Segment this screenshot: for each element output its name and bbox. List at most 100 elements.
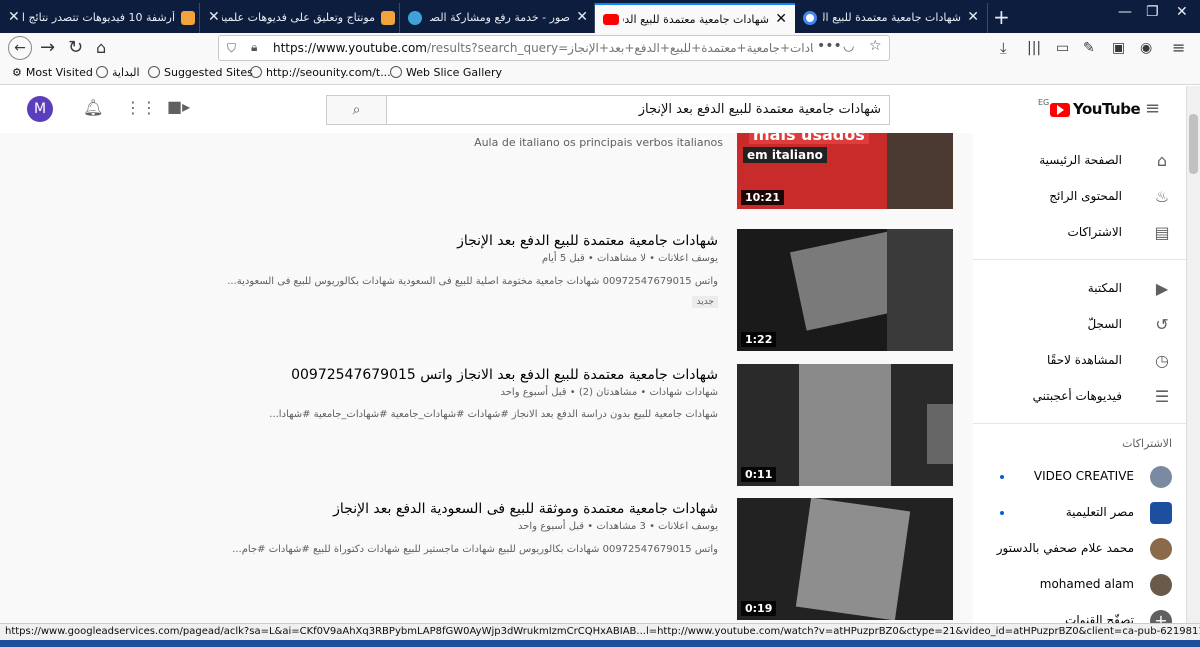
tab-3[interactable]: ✕ صور - خدمة رفع ومشاركة الصور bbox=[400, 3, 595, 33]
bookmark-label: البداية bbox=[112, 66, 140, 79]
tab-2[interactable]: ✕ مونتاج وتعليق على فديوهات علمية وتجاري… bbox=[200, 3, 400, 33]
tab-1[interactable]: ✕ أرشفة 10 فيديوهات تتصدر نتائج البحث bbox=[0, 3, 200, 33]
sidebar-item-browse-channels[interactable]: تصفّح القنوات + bbox=[973, 603, 1186, 623]
pocket-icon[interactable]: ◡ bbox=[843, 39, 854, 54]
video-thumbnail[interactable]: 1:22 bbox=[737, 229, 953, 351]
site-favicon-icon bbox=[381, 11, 395, 25]
url-text[interactable]: https://www.youtube.com/results?search_q… bbox=[273, 41, 813, 55]
lock-icon[interactable]: 🔒︎ bbox=[251, 40, 257, 55]
minimize-icon[interactable]: — bbox=[1118, 4, 1132, 20]
new-badge: جديد bbox=[692, 296, 718, 308]
bookmark-web-slice-gallery[interactable]: Web Slice Gallery bbox=[390, 66, 502, 79]
sidebar-item-trending[interactable]: ♨ المحتوى الرائج bbox=[973, 179, 1186, 215]
thumbnail-side bbox=[927, 404, 953, 464]
bookmark-suggested-sites[interactable]: Suggested Sites bbox=[148, 66, 253, 79]
search-input[interactable]: شهادات جامعية معتمدة للبيع الدفع بعد الإ… bbox=[386, 95, 890, 125]
page-actions-icon[interactable]: ••• bbox=[817, 38, 842, 54]
duration-badge: 10:21 bbox=[741, 190, 785, 205]
youtube-logo-icon[interactable] bbox=[1050, 103, 1070, 117]
new-content-dot bbox=[1000, 511, 1004, 515]
thumbnail-text: mais usados bbox=[749, 133, 869, 144]
sidebar-item-label: السجلّ bbox=[1087, 317, 1122, 331]
thumbnail-paper bbox=[799, 364, 891, 486]
subscription-item[interactable]: محمد علام صحفي بالدستور bbox=[973, 531, 1186, 567]
sidebar-item-home[interactable]: ⌂ الصفحة الرئيسية bbox=[973, 143, 1186, 179]
video-thumbnail[interactable]: mais usados em italiano 10:21 bbox=[737, 133, 953, 209]
bookmark-label: Suggested Sites bbox=[164, 66, 253, 79]
avatar[interactable]: M bbox=[27, 96, 53, 122]
tab-4-active[interactable]: شهادات جامعية معتمدة للبيع الدفع بعد الإ… bbox=[595, 3, 795, 33]
extension-icon[interactable]: ✎ bbox=[1083, 37, 1095, 59]
country-code: EG bbox=[1038, 98, 1050, 107]
close-window-icon[interactable]: ✕ bbox=[1176, 4, 1188, 20]
back-button[interactable]: ← bbox=[8, 36, 32, 60]
hamburger-menu-icon[interactable]: ≡ bbox=[1145, 98, 1160, 119]
close-tab-icon[interactable]: ✕ bbox=[8, 9, 20, 25]
close-tab-icon[interactable]: ✕ bbox=[576, 9, 588, 25]
thumbnail-side bbox=[887, 229, 953, 351]
video-description: شهادات جامعية للبيع بدون دراسة الدفع بعد… bbox=[269, 409, 718, 420]
close-tab-icon[interactable]: ✕ bbox=[208, 9, 220, 25]
tab-5[interactable]: شهادات جامعية معتمدة للبيع الدفع بعد ✕ bbox=[795, 3, 988, 33]
new-tab-button[interactable]: + bbox=[993, 5, 1010, 29]
notifications-bell-icon[interactable]: 🔔︎ bbox=[83, 98, 103, 117]
subscription-label: mohamed alam bbox=[1039, 577, 1134, 591]
tab-title: شهادات جامعية معتمدة للبيع الدفع بعد bbox=[823, 11, 961, 24]
clock-icon: ◷ bbox=[1155, 351, 1169, 370]
bookmark-most-visited[interactable]: ⚙ Most Visited bbox=[12, 66, 93, 79]
duration-badge: 0:11 bbox=[741, 467, 777, 482]
thumbnail-paper bbox=[795, 498, 911, 620]
apps-grid-icon[interactable]: ⋮⋮ bbox=[125, 98, 157, 117]
channel-avatar bbox=[1150, 574, 1172, 596]
close-tab-icon[interactable]: ✕ bbox=[775, 11, 787, 27]
video-title[interactable]: شهادات جامعية معتمدة وموثقة للبيع فى الس… bbox=[333, 501, 718, 517]
sidebar-item-liked-videos[interactable]: ☰ فيديوهات أعجبتني bbox=[973, 379, 1186, 415]
downloads-icon[interactable]: ⤓ bbox=[1000, 37, 1007, 59]
tab-title: مونتاج وتعليق على فديوهات علمية وتجارية bbox=[222, 11, 375, 24]
video-description: واتس 00972547679015 شهادات جامعية مختومة… bbox=[227, 276, 718, 287]
scrollbar-thumb[interactable] bbox=[1189, 114, 1198, 174]
history-icon: ↺ bbox=[1155, 315, 1169, 334]
sidebar-item-label: المشاهدة لاحقًا bbox=[1046, 353, 1122, 367]
menu-icon[interactable]: ≡ bbox=[1172, 37, 1185, 59]
sidebar-item-subscriptions[interactable]: ▤ الاشتراكات bbox=[973, 215, 1186, 251]
subscription-label: VIDEO CREATIVE bbox=[1033, 469, 1134, 483]
video-title[interactable]: شهادات جامعية معتمدة للبيع الدفع بعد الا… bbox=[291, 367, 718, 383]
video-thumbnail[interactable]: 0:11 bbox=[737, 364, 953, 486]
library-icon[interactable]: ||| bbox=[1027, 37, 1041, 59]
subscription-item[interactable]: VIDEO CREATIVE bbox=[973, 459, 1186, 495]
subscription-item[interactable]: mohamed alam bbox=[973, 567, 1186, 603]
bookmark-start[interactable]: البداية bbox=[96, 66, 140, 79]
bookmark-star-icon[interactable]: ☆ bbox=[869, 38, 882, 54]
youtube-header: M 🔔︎ ⋮⋮ ■▸ ⌕ شهادات جامعية معتمدة للبيع … bbox=[0, 86, 1186, 133]
video-title[interactable]: شهادات جامعية معتمدة للبيع الدفع بعد الإ… bbox=[457, 233, 718, 249]
page-scrollbar[interactable] bbox=[1186, 86, 1200, 623]
channel-avatar bbox=[1150, 466, 1172, 488]
subscription-item[interactable]: مصر التعليمية bbox=[973, 495, 1186, 531]
bookmark-seounity[interactable]: http://seounity.com/t... bbox=[250, 66, 391, 79]
video-meta: يوسف اعلانات • لا مشاهدات • قبل 5 أيام bbox=[541, 253, 718, 264]
sidebar-item-label: المكتبة bbox=[1087, 281, 1122, 295]
sidebar-item-history[interactable]: ↺ السجلّ bbox=[973, 307, 1186, 343]
video-thumbnail[interactable]: 0:19 bbox=[737, 498, 953, 620]
youtube-logo-text[interactable]: YouTube bbox=[1073, 100, 1141, 118]
search-button[interactable]: ⌕ bbox=[326, 95, 387, 125]
status-link-url: https://www.googleadservices.com/pagead/… bbox=[5, 626, 1200, 637]
close-tab-icon[interactable]: ✕ bbox=[967, 9, 979, 25]
sidebar-item-library[interactable]: ▶ المكتبة bbox=[973, 271, 1186, 307]
account-icon[interactable]: ◉ bbox=[1140, 37, 1152, 59]
create-video-icon[interactable]: ■▸ bbox=[167, 97, 190, 116]
maximize-icon[interactable]: ❐ bbox=[1146, 4, 1159, 20]
forward-button[interactable]: → bbox=[40, 37, 55, 59]
shield-icon[interactable]: ⛉ bbox=[227, 41, 236, 56]
divider bbox=[973, 259, 1186, 260]
home-button[interactable]: ⌂ bbox=[96, 37, 106, 59]
sidebar-icon[interactable]: ▭ bbox=[1056, 37, 1069, 59]
tab-strip: ✕ أرشفة 10 فيديوهات تتصدر نتائج البحث ✕ … bbox=[0, 0, 1200, 33]
address-bar[interactable]: ⛉ 🔒︎ https://www.youtube.com/results?sea… bbox=[218, 35, 890, 61]
screenshot-icon[interactable]: ▣ bbox=[1112, 37, 1125, 59]
subscriptions-icon: ▤ bbox=[1154, 223, 1170, 242]
sidebar-item-watch-later[interactable]: ◷ المشاهدة لاحقًا bbox=[973, 343, 1186, 379]
library-icon: ▶ bbox=[1155, 279, 1169, 298]
reload-button[interactable]: ↻ bbox=[68, 37, 83, 59]
